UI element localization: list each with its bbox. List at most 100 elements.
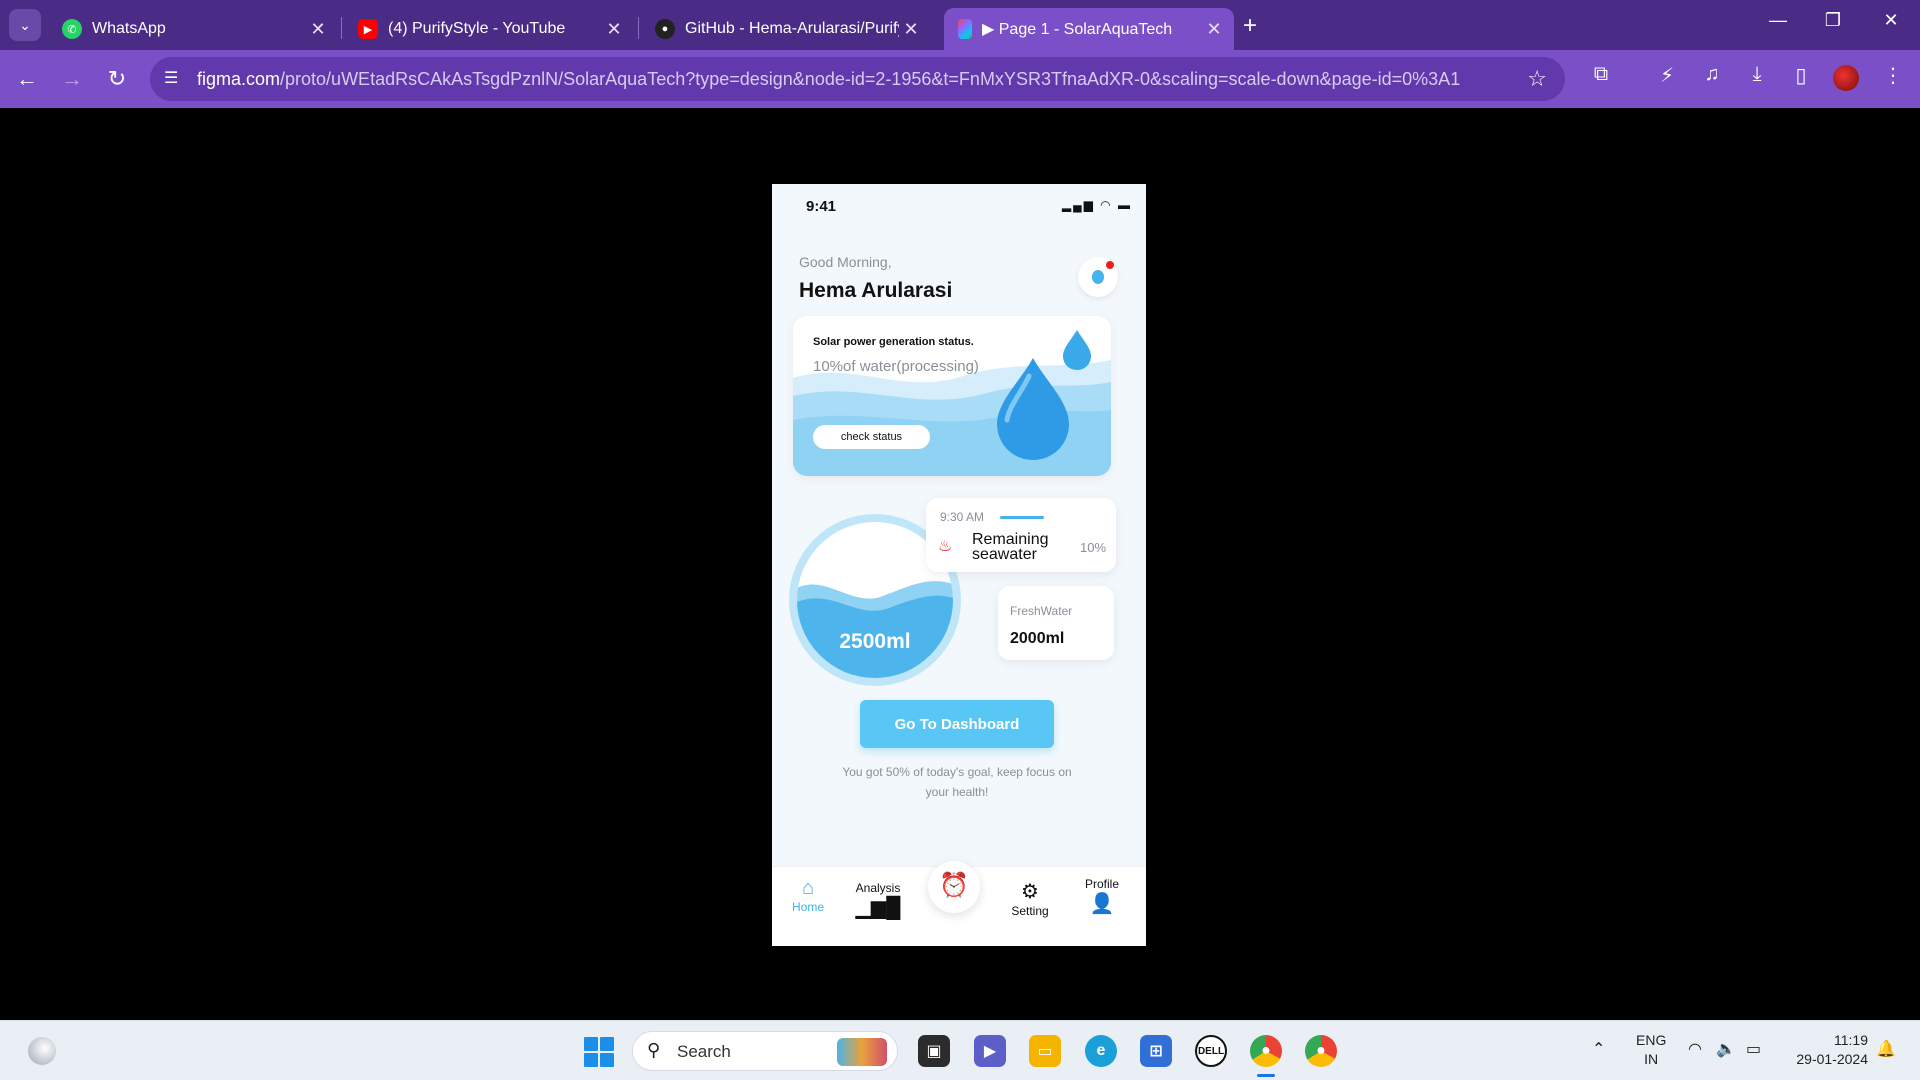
url-text: figma.com/proto/uWEtadRsCAkAsTsgdPznlN/S… (197, 69, 1461, 89)
remaining-label: Remaining seawater (972, 531, 1049, 563)
download-icon[interactable]: ⤓ (1742, 63, 1772, 86)
tab-title: (4) PurifyStyle - YouTube (388, 20, 566, 37)
close-window-icon[interactable]: ✕ (1876, 10, 1906, 31)
windows-taskbar: ⚲ Search ▣ ▶ ▭ e ⊞ DELL ● ● ⌃ ENG IN ◠ 🔈… (0, 1020, 1920, 1080)
fresh-water-card: FreshWater 2000ml (998, 586, 1114, 660)
check-status-button[interactable]: check status (813, 425, 930, 449)
phone-frame: 9:41 ▂▄▆ ◠ ▬ Good Morning, Hema Arularas… (772, 184, 1146, 946)
nav-home-label: Home (791, 900, 824, 914)
region-code: IN (1644, 1051, 1659, 1067)
goal-message: You got 50% of today's goal, keep focus … (842, 765, 1072, 799)
search-highlight-image (837, 1038, 887, 1066)
clock-date: 29-01-2024 (1796, 1051, 1868, 1067)
volume-icon[interactable]: 🔈 (1716, 1039, 1736, 1059)
nav-analysis-label: Analysis (855, 881, 901, 895)
start-button[interactable] (584, 1037, 614, 1067)
tab-whatsapp[interactable]: ✆ WhatsApp ✕ (48, 8, 338, 50)
search-label: Search (677, 1042, 731, 1061)
tab-strip: ⌄ ✆ WhatsApp ✕ ▶ (4) PurifyStyle - YouTu… (0, 0, 1920, 50)
dell-icon[interactable]: DELL (1195, 1035, 1227, 1067)
clock-time: 11:19 (1834, 1032, 1868, 1048)
alarm-clock-icon: ⏰ (939, 872, 969, 899)
nav-home[interactable]: ⌂ Home (788, 877, 828, 914)
tab-youtube[interactable]: ▶ (4) PurifyStyle - YouTube ✕ (344, 8, 634, 50)
tab-github[interactable]: ● GitHub - Hema-Arularasi/Purify ✕ (641, 8, 931, 50)
profile-avatar[interactable] (1833, 65, 1859, 91)
github-icon: ● (655, 19, 675, 39)
figma-icon (958, 19, 972, 39)
side-panel-icon[interactable]: ▯ (1786, 63, 1816, 88)
language-indicator[interactable]: ENG IN (1636, 1031, 1666, 1069)
water-drop-icon (1092, 270, 1104, 284)
close-tab-icon[interactable]: ✕ (602, 19, 626, 40)
tab-solaraquatech[interactable]: ▶ Page 1 - SolarAquaTech ✕ (944, 8, 1234, 50)
close-tab-icon[interactable]: ✕ (1202, 19, 1226, 40)
tab-divider (341, 17, 342, 39)
restore-icon[interactable]: ❐ (1818, 10, 1848, 31)
show-hidden-icons[interactable]: ⌃ (1592, 1039, 1605, 1059)
back-icon[interactable]: ← (10, 62, 44, 96)
status-icons: ▂▄▆ ◠ ▬ (1061, 198, 1132, 212)
fresh-water-value: 2000ml (1010, 630, 1065, 647)
task-view-icon[interactable]: ▣ (918, 1035, 950, 1067)
language-code: ENG (1636, 1032, 1667, 1048)
chrome-profile-icon[interactable]: ● (1305, 1035, 1337, 1067)
bottom-nav: ⌂ Home Analysis ▁▆█ ⏰ ⚙ Setting Profile … (772, 861, 1146, 946)
water-level-value: 2500ml (839, 630, 911, 653)
status-time: 9:41 (806, 198, 837, 215)
greeting-text: Good Morning, (799, 254, 892, 270)
battery-icon[interactable]: ▭ (1746, 1039, 1761, 1059)
forward-icon[interactable]: → (55, 62, 89, 96)
close-tab-icon[interactable]: ✕ (306, 19, 330, 40)
new-tab-icon[interactable]: + (1243, 12, 1257, 40)
heater-icon: ♨ (938, 538, 953, 555)
search-icon: ⚲ (647, 1040, 661, 1060)
chrome-icon[interactable]: ● (1250, 1035, 1282, 1067)
remaining-time: 9:30 AM (940, 510, 985, 524)
alarm-button[interactable]: ⏰ (928, 861, 980, 913)
active-app-indicator (1257, 1074, 1275, 1077)
menu-kebab-icon[interactable]: ⋮ (1878, 63, 1908, 88)
youtube-icon: ▶ (358, 19, 378, 39)
wifi-icon[interactable]: ◠ (1688, 1039, 1702, 1059)
taskbar-search[interactable]: ⚲ Search (632, 1031, 898, 1071)
notification-bell-icon[interactable]: 🔔 (1876, 1039, 1896, 1059)
fresh-water-label: FreshWater (1010, 604, 1073, 618)
address-bar[interactable]: ☰ figma.com/proto/uWEtadRsCAkAsTsgdPznlN… (150, 57, 1565, 101)
performance-icon[interactable]: ⚡ (1652, 63, 1682, 88)
tab-title: WhatsApp (92, 20, 166, 37)
system-clock[interactable]: 11:19 29-01-2024 (1788, 1031, 1868, 1069)
minimize-icon[interactable]: — (1763, 10, 1793, 31)
reload-icon[interactable]: ↻ (100, 62, 134, 96)
tab-title: ▶ Page 1 - SolarAquaTech (982, 21, 1173, 38)
notification-dot (1106, 261, 1114, 269)
user-icon: 👤 (1089, 893, 1115, 915)
widgets-icon[interactable] (28, 1037, 56, 1065)
tab-search-button[interactable]: ⌄ (9, 9, 41, 41)
go-to-dashboard-button[interactable]: Go To Dashboard (860, 700, 1054, 748)
extensions-icon[interactable]: ⧉ (1586, 63, 1616, 86)
store-icon[interactable]: ⊞ (1140, 1035, 1172, 1067)
edge-icon[interactable]: e (1085, 1035, 1117, 1067)
nav-profile[interactable]: Profile 👤 (1076, 877, 1128, 916)
close-tab-icon[interactable]: ✕ (899, 19, 923, 40)
browser-toolbar: ← → ↻ ☰ figma.com/proto/uWEtadRsCAkAsTsg… (0, 50, 1920, 108)
media-control-icon[interactable]: ♫ (1697, 63, 1727, 86)
bookmark-star-icon[interactable]: ☆ (1527, 66, 1547, 92)
remaining-percent: 10% (1080, 540, 1107, 555)
remaining-progress-bar (1000, 516, 1044, 519)
site-info-icon[interactable]: ☰ (164, 68, 178, 88)
notification-button[interactable] (1078, 257, 1118, 297)
nav-analysis[interactable]: Analysis ▁▆█ (850, 881, 906, 920)
bar-chart-icon: ▁▆█ (855, 897, 901, 919)
tab-title: GitHub - Hema-Arularasi/Purify (685, 20, 899, 37)
card-subtitle: 10%of water(processing) (813, 358, 979, 375)
nav-setting[interactable]: ⚙ Setting (1002, 879, 1058, 918)
nav-profile-label: Profile (1084, 877, 1119, 891)
remaining-seawater-card: 9:30 AM ♨ Remaining seawater 10% (926, 498, 1116, 572)
whatsapp-icon: ✆ (62, 19, 82, 39)
solar-status-card: Solar power generation status. 10%of wat… (793, 316, 1111, 476)
teams-icon[interactable]: ▶ (974, 1035, 1006, 1067)
file-explorer-icon[interactable]: ▭ (1029, 1035, 1061, 1067)
gear-icon: ⚙ (1021, 881, 1039, 903)
